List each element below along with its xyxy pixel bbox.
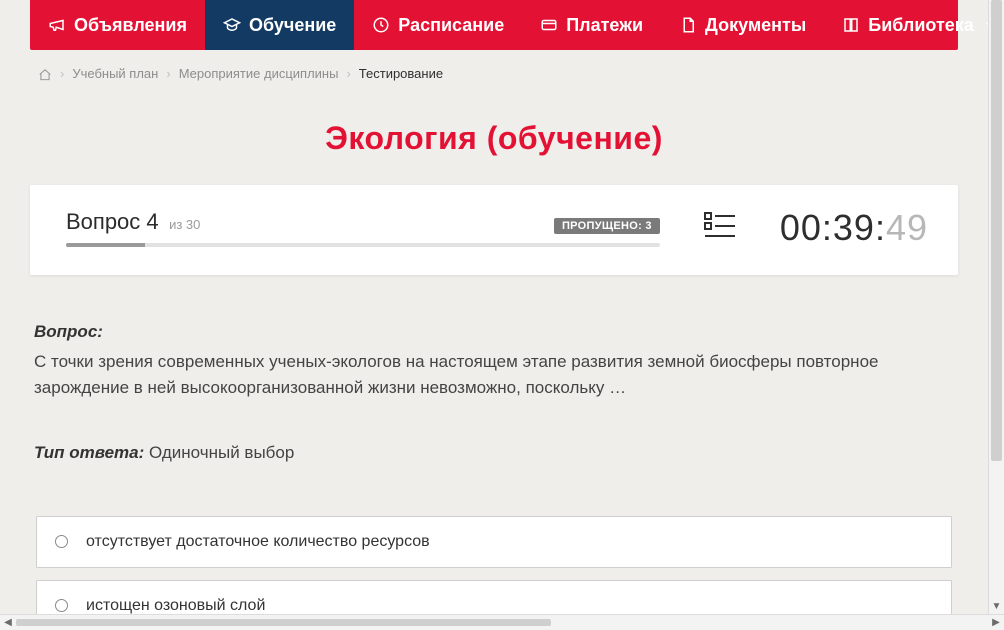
list-icon xyxy=(703,210,737,245)
chevron-right-icon: › xyxy=(166,66,170,81)
vertical-scrollbar[interactable]: ▲ ▼ xyxy=(988,0,1004,614)
clock-icon xyxy=(372,16,390,34)
answer-type-label: Тип ответа: xyxy=(34,443,144,462)
skipped-badge: ПРОПУЩЕНО: 3 xyxy=(554,218,660,234)
chevron-right-icon: › xyxy=(60,66,64,81)
nav-label: Документы xyxy=(705,15,806,36)
option-item[interactable]: отсутствует достаточное количество ресур… xyxy=(36,516,952,568)
option-text: истощен озоновый слой xyxy=(86,597,265,614)
nav-payments[interactable]: Платежи xyxy=(522,0,661,50)
scroll-left-icon[interactable]: ◀ xyxy=(0,615,16,630)
nav-label: Обучение xyxy=(249,15,336,36)
nav-label: Расписание xyxy=(398,15,504,36)
nav-label: Библиотека xyxy=(868,15,974,36)
timer-ss: 49 xyxy=(886,207,928,248)
nav-announcements[interactable]: Объявления xyxy=(30,0,205,50)
progress-bar xyxy=(66,243,660,247)
breadcrumb-item[interactable]: Мероприятие дисциплины xyxy=(179,66,339,81)
timer-hh: 00 xyxy=(780,207,822,248)
status-card: Вопрос 4 из 30 ПРОПУЩЕНО: 3 00:39:49 xyxy=(30,185,958,275)
question-of: из 30 xyxy=(169,217,200,232)
home-icon xyxy=(38,66,52,81)
options-list: отсутствует достаточное количество ресур… xyxy=(30,516,958,614)
nav-label: Объявления xyxy=(74,15,187,36)
nav-label: Платежи xyxy=(566,15,643,36)
breadcrumb-item[interactable]: Учебный план xyxy=(72,66,158,81)
breadcrumb-current: Тестирование xyxy=(359,66,443,81)
chevron-right-icon: › xyxy=(346,66,350,81)
nav-library[interactable]: Библиотека xyxy=(824,0,1004,50)
timer-mm: 39 xyxy=(833,207,875,248)
question-text: С точки зрения современных ученых-эколог… xyxy=(34,349,954,402)
nav-learning[interactable]: Обучение xyxy=(205,0,354,50)
scrollbar-thumb[interactable] xyxy=(991,0,1002,461)
option-item[interactable]: истощен озоновый слой xyxy=(36,580,952,614)
radio-icon xyxy=(55,535,68,548)
question-label: Вопрос: xyxy=(34,322,103,341)
page-title: Экология (обучение) xyxy=(30,90,958,185)
timer: 00:39:49 xyxy=(780,207,928,249)
nav-documents[interactable]: Документы xyxy=(661,0,824,50)
scroll-down-icon[interactable]: ▼ xyxy=(989,598,1004,614)
graduation-cap-icon xyxy=(223,16,241,34)
nav-schedule[interactable]: Расписание xyxy=(354,0,522,50)
top-nav: Объявления Обучение Расписание Платежи Д… xyxy=(30,0,958,50)
breadcrumb: › Учебный план › Мероприятие дисциплины … xyxy=(30,50,958,90)
book-icon xyxy=(842,16,860,34)
scroll-right-icon[interactable]: ▶ xyxy=(988,615,1004,630)
question-number: Вопрос 4 xyxy=(66,209,159,234)
question-block: Вопрос: С точки зрения современных учены… xyxy=(30,275,958,466)
horizontal-scrollbar[interactable]: ◀ ▶ xyxy=(0,614,1004,630)
answer-type-value: Одиночный выбор xyxy=(149,443,294,462)
scrollbar-thumb[interactable] xyxy=(16,619,551,626)
megaphone-icon xyxy=(48,16,66,34)
question-list-button[interactable] xyxy=(660,210,780,245)
option-text: отсутствует достаточное количество ресур… xyxy=(86,533,430,551)
radio-icon xyxy=(55,599,68,612)
card-icon xyxy=(540,16,558,34)
breadcrumb-home[interactable] xyxy=(38,66,52,82)
document-icon xyxy=(679,16,697,34)
